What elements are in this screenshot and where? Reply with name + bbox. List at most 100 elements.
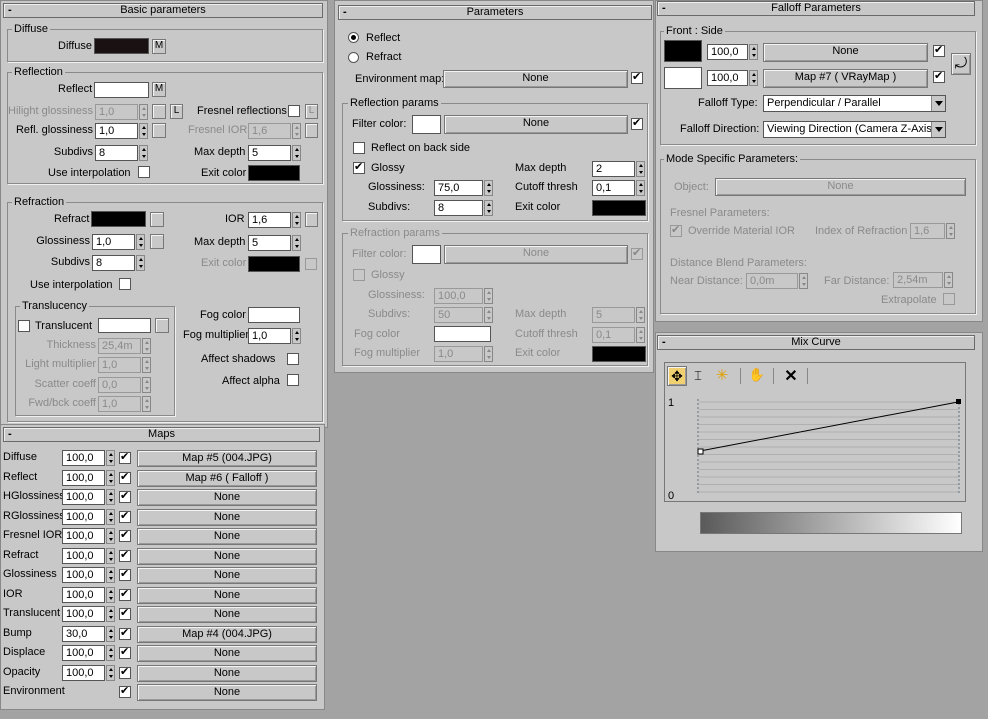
spinner-arrows[interactable] [484,180,493,196]
side-map-button[interactable]: Map #7 ( VRayMap ) [763,69,928,88]
spinner-arrows[interactable] [946,223,955,239]
refr-glossy-checkbox[interactable] [353,269,365,281]
spinner-arrows[interactable] [142,357,151,373]
map-enable-checkbox[interactable] [119,587,131,601]
filter-color-swatch[interactable] [412,115,441,134]
spinner-arrows[interactable] [636,327,645,343]
fwd-bck-coeff-field[interactable]: 1,0 [98,396,141,412]
basic-parameters-header[interactable]: - Basic parameters [3,3,323,18]
falloff-max-depth-field[interactable]: 2 [592,161,635,177]
glossy-checkbox[interactable] [353,160,365,174]
spinner-arrows[interactable] [749,70,758,86]
reflect-color-swatch[interactable] [94,82,149,98]
thickness-field[interactable]: 25,4m [98,338,141,354]
map-amount-field[interactable]: 100,0 [62,645,105,661]
hilight-glossiness-spinner[interactable]: 1,0 [95,104,148,120]
spinner-arrows[interactable] [636,307,645,323]
parameters-header[interactable]: - Parameters [338,5,652,20]
map-enable-checkbox[interactable] [119,645,131,659]
fresnel-ior-field[interactable]: 1,6 [248,123,291,139]
map-amount-field[interactable]: 100,0 [62,489,105,505]
map-amount-field[interactable]: 100,0 [62,606,105,622]
map-amount-field[interactable]: 100,0 [62,528,105,544]
spinner-arrows[interactable] [106,469,115,486]
map-enable-checkbox[interactable] [119,626,131,640]
far-distance-field[interactable]: 2,54m [893,272,943,288]
front-color-swatch[interactable] [664,40,702,62]
map-slot-button[interactable]: None [137,664,317,682]
reflect-radio[interactable] [348,32,359,43]
ior-field[interactable]: 1,6 [248,212,291,228]
translucent-map-button[interactable] [155,318,169,333]
refr-filter-color-map-button[interactable]: None [444,245,628,264]
spinner-arrows[interactable] [636,161,645,177]
falloff-direction-dropdown[interactable]: Viewing Direction (Camera Z-Axis) [763,121,946,138]
spinner-arrows[interactable] [749,44,758,60]
map-amount-field[interactable]: 100,0 [62,508,105,525]
map-amount-field[interactable]: 100,0 [62,450,105,466]
falloff-max-depth-spinner[interactable]: 2 [592,161,645,177]
spinner-arrows[interactable] [136,255,145,271]
curve-start-point[interactable] [697,448,704,455]
spinner-arrows[interactable] [106,567,115,583]
map-enable-checkbox[interactable] [119,470,131,484]
swap-colors-button[interactable]: ⤾ [951,53,971,75]
refr-max-depth-field[interactable]: 5 [592,307,635,323]
fresnel-ior-map-button[interactable] [305,123,318,138]
refr-fog-multiplier-field[interactable]: 1,0 [434,346,483,362]
spinner-arrows[interactable] [106,450,115,466]
map-enable-checkbox[interactable] [119,665,131,679]
falloff-exit-color-swatch[interactable] [592,200,646,216]
spinner-arrows[interactable] [292,235,301,251]
fog-multiplier-spinner[interactable]: 1,0 [248,328,301,344]
light-multiplier-spinner[interactable]: 1,0 [98,357,151,373]
map-slot-button[interactable]: None [137,528,317,545]
spinner-arrows[interactable] [139,104,148,120]
map-amount-spinner[interactable]: 100,0 [62,528,115,544]
refract-subdivs-spinner[interactable]: 8 [92,255,145,271]
map-slot-button[interactable]: None [137,645,317,662]
affect-shadows-checkbox[interactable] [287,353,299,365]
spinner-arrows[interactable] [142,377,151,393]
map-slot-button[interactable]: None [137,508,317,526]
spinner-arrows[interactable] [292,145,301,161]
map-slot-button[interactable]: None [137,606,317,623]
hilight-map-button[interactable] [152,104,166,119]
spinner-arrows[interactable] [106,625,115,642]
spinner-arrows[interactable] [106,489,115,505]
front-map-checkbox[interactable] [933,43,945,57]
far-distance-spinner[interactable]: 2,54m [893,272,953,288]
refl-glossiness-map-button[interactable] [152,123,166,138]
map-slot-button[interactable]: None [137,684,317,701]
pan-button[interactable]: ✋ [748,367,766,385]
map-slot-button[interactable]: None [137,586,317,604]
refract-map-button[interactable] [150,212,164,227]
refract-exit-color-checkbox[interactable] [305,258,317,270]
refl-glossiness-field[interactable]: 1,0 [95,123,138,139]
filter-color-map-checkbox[interactable] [631,116,643,130]
falloff-glossiness-spinner[interactable]: 75,0 [434,180,493,196]
map-amount-spinner[interactable]: 100,0 [62,664,115,681]
map-slot-button[interactable]: Map #4 (004.JPG) [137,625,317,643]
curve-end-point[interactable] [956,399,961,404]
spinner-arrows[interactable] [106,645,115,661]
map-enable-checkbox[interactable] [119,509,131,523]
spinner-arrows[interactable] [106,586,115,603]
refr-subdivs-field[interactable]: 50 [434,307,483,323]
ior-map-button[interactable] [305,212,318,227]
scatter-coeff-spinner[interactable]: 0,0 [98,377,151,393]
mix-curve-header[interactable]: - Mix Curve [657,335,975,350]
refr-glossiness-field[interactable]: 100,0 [434,288,483,304]
falloff-subdivs-field[interactable]: 8 [434,200,483,216]
refr-cutoff-thresh-field[interactable]: 0,1 [592,327,635,343]
reflect-subdivs-field[interactable]: 8 [95,145,138,161]
cutoff-thresh-spinner[interactable]: 0,1 [592,180,645,196]
environment-map-button[interactable]: None [443,70,628,88]
spinner-arrows[interactable] [106,528,115,544]
spinner-arrows[interactable] [106,508,115,525]
maps-header[interactable]: - Maps [3,427,320,442]
diffuse-map-button[interactable]: M [152,39,166,54]
spinner-arrows[interactable] [292,328,301,344]
map-amount-spinner[interactable]: 100,0 [62,586,115,603]
front-amount-field[interactable]: 100,0 [707,44,748,60]
